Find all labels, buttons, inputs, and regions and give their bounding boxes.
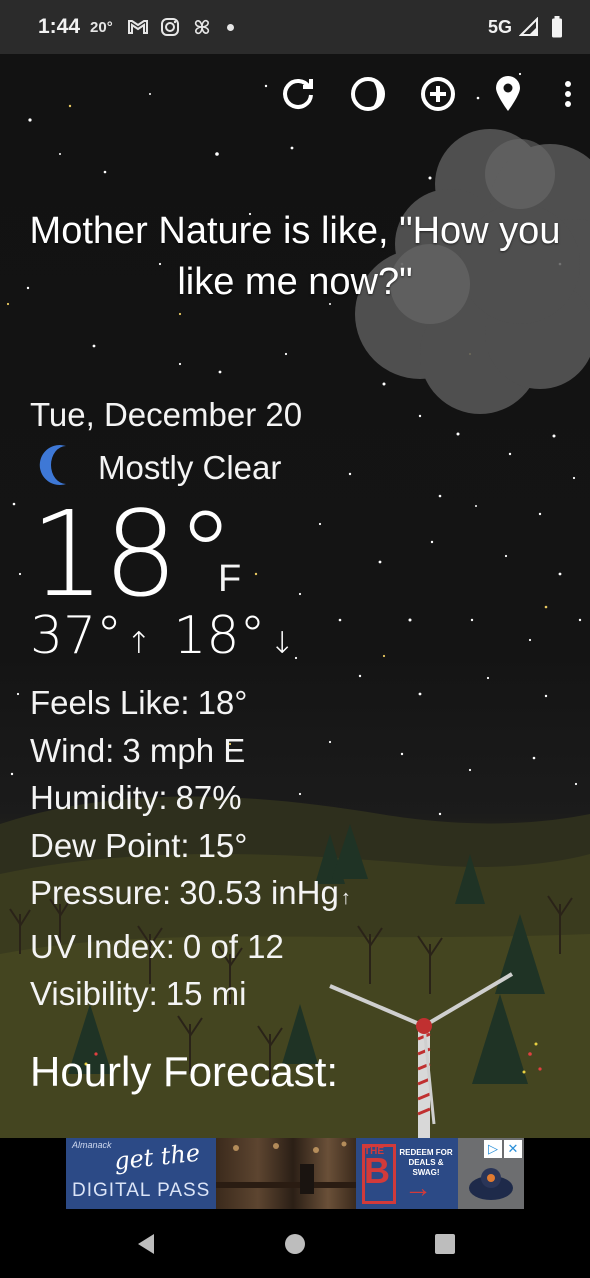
condition-text: Mostly Clear — [98, 448, 282, 486]
moon-phase-icon[interactable] — [346, 72, 390, 116]
feels-like-row: Feels Like: 18° — [30, 679, 351, 727]
more-vert-icon[interactable] — [556, 72, 580, 116]
ad-brand-logo: Almanack — [72, 1140, 112, 1150]
status-time: 1:44 — [38, 15, 81, 38]
ad-arrow-icon: → — [404, 1172, 432, 1203]
hourly-forecast-heading: Hourly Forecast: — [30, 1048, 339, 1095]
humidity-row: Humidity: 87% — [30, 774, 351, 822]
pressure-trend-icon: ↑ — [340, 887, 351, 909]
low-temp: 18° — [173, 606, 266, 666]
high-temp: 37° — [30, 606, 123, 666]
instagram-icon — [159, 16, 181, 38]
system-nav-bar — [0, 1210, 590, 1278]
uv-index-value: 0 of 12 — [182, 927, 284, 965]
feels-like-value: 18° — [197, 684, 248, 721]
pressure-row: Pressure: 30.53 inHg ↑ — [30, 869, 351, 923]
feels-like-label: Feels Like: — [30, 684, 190, 721]
wind-value: 3 mph E — [122, 731, 246, 769]
add-location-icon[interactable] — [416, 72, 460, 116]
ad-script-text: get the — [112, 1138, 202, 1176]
ad-banner[interactable]: Almanack get the DIGITAL PASS THE B REDE… — [66, 1138, 524, 1209]
status-bar: 1:44 20° 5G — [0, 0, 590, 54]
back-icon[interactable] — [130, 1229, 160, 1259]
ad-right-panel: THE B REDEEM FOR DEALS & SWAG! → ▷ ✕ — [356, 1138, 524, 1209]
humidity-label: Humidity: — [30, 779, 168, 816]
high-arrow-icon: ↑ — [126, 626, 152, 661]
headline-quote: Mother Nature is like, "How you like me … — [29, 210, 561, 303]
humidity-value: 87% — [175, 779, 242, 816]
visibility-row: Visibility: 15 mi — [30, 970, 351, 1018]
app-toolbar — [276, 72, 580, 116]
forecast-date: Tue, December 20 — [30, 396, 303, 433]
uv-index-label: UV Index: — [30, 927, 175, 965]
battery-icon — [546, 16, 568, 38]
ad-choices: ▷ ✕ — [484, 1140, 522, 1158]
ad-close-icon[interactable]: ✕ — [504, 1140, 522, 1158]
dew-point-label: Dew Point: — [30, 826, 190, 864]
home-icon[interactable] — [280, 1229, 310, 1259]
current-temperature: 18° — [30, 485, 235, 623]
notification-dot-icon — [226, 23, 234, 31]
pressure-label: Pressure: — [30, 874, 172, 911]
high-low-temps: 37° ↑ 18° ↓ — [30, 606, 313, 666]
ad-area: Almanack get the DIGITAL PASS THE B REDE… — [0, 1138, 590, 1210]
wind-label: Wind: — [30, 731, 115, 769]
refresh-icon[interactable] — [276, 72, 320, 116]
dew-point-row: Dew Point: 15° — [30, 822, 351, 870]
visibility-value: 15 mi — [165, 975, 247, 1012]
weather-scene: Mother Nature is like, "How you like me … — [0, 54, 590, 1138]
ad-photo-bar-interior — [216, 1138, 356, 1209]
recents-icon[interactable] — [430, 1229, 460, 1259]
ad-b-letter: B — [364, 1150, 390, 1191]
uv-index-row: UV Index: 0 of 12 — [30, 923, 351, 971]
ad-pass-text: DIGITAL PASS — [72, 1180, 211, 1201]
pressure-value: 30.53 inHg — [179, 874, 339, 911]
gmail-icon — [127, 16, 149, 38]
location-pin-icon[interactable] — [486, 72, 530, 116]
status-temperature: 20° — [90, 18, 113, 36]
visibility-label: Visibility: — [30, 975, 158, 1012]
low-arrow-icon: ↓ — [269, 626, 295, 661]
dew-point-value: 15° — [197, 826, 248, 864]
pinwheel-app-icon — [191, 16, 213, 38]
ad-left-panel: Almanack get the DIGITAL PASS — [66, 1138, 216, 1209]
weather-details: Feels Like: 18° Wind: 3 mph E Humidity: 87%… — [30, 679, 351, 1018]
adchoices-icon[interactable]: ▷ — [484, 1140, 502, 1158]
temperature-unit: F — [218, 558, 242, 600]
network-type: 5G — [487, 16, 512, 37]
wind-row: Wind: 3 mph E — [30, 727, 351, 775]
signal-icon — [518, 16, 540, 38]
